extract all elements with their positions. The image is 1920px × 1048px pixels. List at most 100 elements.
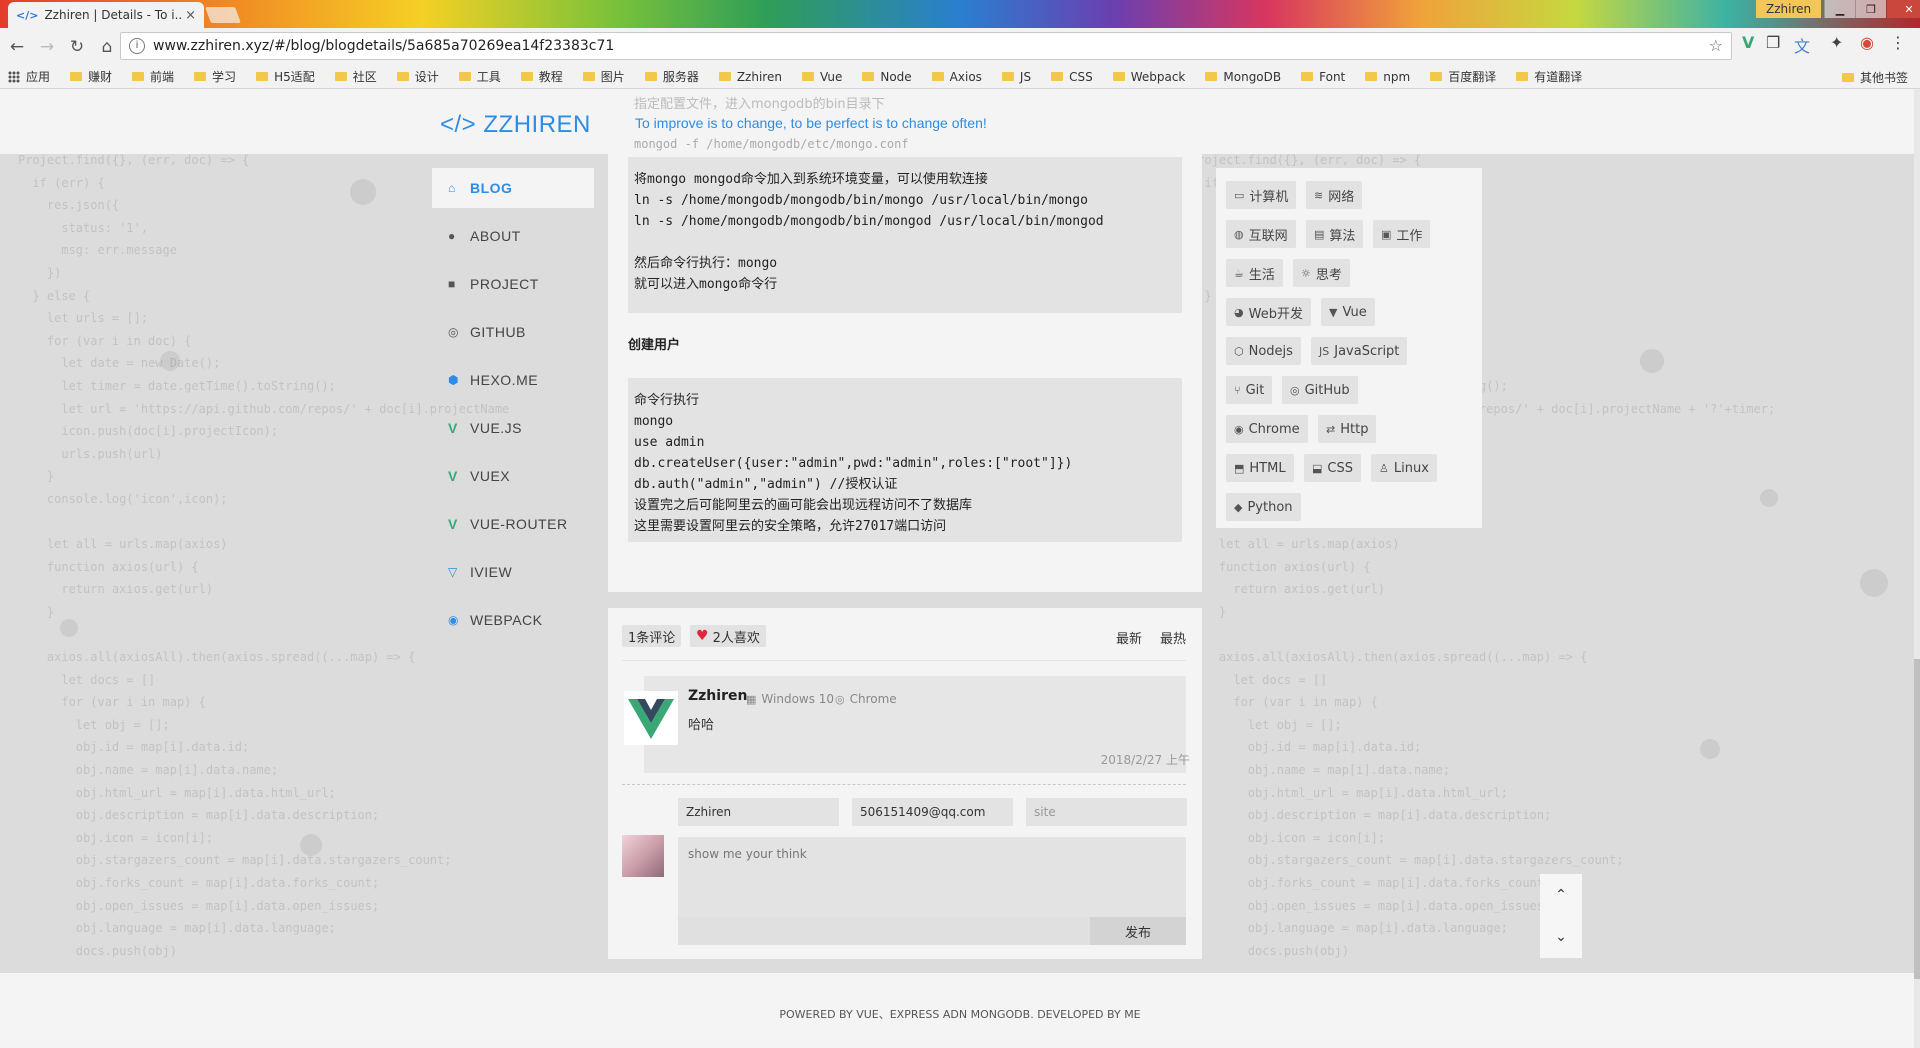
- chrome-extension-icon[interactable]: ◉: [1860, 33, 1874, 52]
- forward-icon[interactable]: →: [34, 37, 60, 57]
- tag-思考[interactable]: ☼ 思考: [1293, 259, 1350, 287]
- tag-css[interactable]: ⬓ CSS: [1304, 454, 1361, 482]
- tag-python[interactable]: ◆ Python: [1226, 493, 1301, 521]
- bookmark-item[interactable]: Node: [862, 70, 912, 84]
- bookmark-item[interactable]: 工具: [458, 68, 501, 85]
- window-copy-icon[interactable]: ❐: [1766, 33, 1780, 52]
- home-icon[interactable]: ⌂: [94, 37, 120, 57]
- site-info-icon[interactable]: i: [129, 38, 145, 54]
- scroll-down-icon[interactable]: ⌄: [1555, 929, 1567, 945]
- tag-chrome[interactable]: ◉ Chrome: [1226, 415, 1308, 443]
- tag-工作[interactable]: ▣ 工作: [1373, 220, 1431, 248]
- vue-devtools-icon[interactable]: V: [1742, 33, 1754, 52]
- nav-item-vue-router[interactable]: V VUE-ROUTER: [432, 504, 594, 544]
- code-line: 将mongo mongod命令加入到系统环境变量，可以使用软连接: [634, 172, 988, 187]
- scroll-up-icon[interactable]: ⌃: [1555, 887, 1567, 903]
- bookmark-item[interactable]: JS: [1001, 70, 1031, 84]
- reload-icon[interactable]: ↻: [64, 37, 90, 57]
- tag-html[interactable]: ⬒ HTML: [1226, 454, 1294, 482]
- chrome-icon: ◎: [835, 692, 845, 706]
- bookmark-item[interactable]: 学习: [194, 68, 236, 85]
- tag-git[interactable]: ⑂ Git: [1226, 376, 1273, 404]
- bookmark-label: npm: [1383, 69, 1411, 84]
- tag-github[interactable]: ◎ GitHub: [1282, 376, 1358, 404]
- bookmark-item[interactable]: 教程: [520, 68, 563, 85]
- bookmark-item[interactable]: Webpack: [1112, 70, 1185, 84]
- bookmark-item[interactable]: CSS: [1051, 70, 1093, 84]
- bookmark-item[interactable]: H5适配: [256, 68, 315, 85]
- browser-tab[interactable]: </> Zzhiren | Details - To i... ×: [8, 2, 204, 28]
- nav-item-vue-js[interactable]: V VUE.JS: [432, 408, 594, 448]
- nav-item-blog[interactable]: ⌂ BLOG: [432, 168, 594, 208]
- bookmark-folder-icon: [334, 72, 347, 81]
- tag-label: 互联网: [1248, 228, 1288, 244]
- tag-算法[interactable]: ▤ 算法: [1306, 220, 1364, 248]
- bookmark-item[interactable]: Axios: [931, 70, 982, 84]
- bookmark-item[interactable]: Font: [1301, 70, 1345, 84]
- email-input[interactable]: [852, 798, 1013, 826]
- sort-latest-link[interactable]: 最新: [1116, 628, 1142, 647]
- tag-linux[interactable]: ♙ Linux: [1371, 454, 1437, 482]
- bookmark-item[interactable]: 赚财: [70, 68, 112, 85]
- maximize-icon[interactable]: ❐: [1855, 0, 1886, 18]
- tag-网络[interactable]: ≋ 网络: [1306, 181, 1363, 209]
- bookmark-item[interactable]: 社区: [334, 68, 377, 85]
- nav-item-project[interactable]: ■ PROJECT: [432, 264, 594, 304]
- heart-icon: ♥: [696, 628, 709, 644]
- bookmark-item[interactable]: 百度翻译: [1430, 68, 1496, 85]
- close-window-icon[interactable]: ✕: [1886, 0, 1920, 18]
- like-button[interactable]: ♥ 2人喜欢: [690, 625, 766, 647]
- window-user-badge[interactable]: Zzhiren: [1756, 0, 1822, 18]
- bookmark-item[interactable]: 有道翻译: [1516, 68, 1582, 85]
- bookmark-folder-icon: [396, 72, 409, 81]
- bookmark-item[interactable]: Vue: [801, 70, 842, 84]
- footer-text: POWERED BY VUE、EXPRESS ADN MONGODB. DEVE…: [779, 1008, 1141, 1021]
- site-logo[interactable]: </> ZZHIREN: [440, 111, 591, 139]
- bookmark-item[interactable]: 设计: [396, 68, 439, 85]
- nav-item-webpack[interactable]: ◉ WEBPACK: [432, 600, 594, 640]
- site-input[interactable]: [1026, 798, 1187, 826]
- bookmark-label: 学习: [212, 70, 237, 84]
- tag-生活[interactable]: ☕ 生活: [1226, 259, 1283, 287]
- submit-button[interactable]: 发布: [1090, 917, 1186, 945]
- nav-item-vuex[interactable]: V VUEX: [432, 456, 594, 496]
- tab-close-icon[interactable]: ×: [185, 8, 196, 23]
- bookmark-item[interactable]: 服务器: [644, 68, 699, 85]
- extension-icon[interactable]: ✦: [1830, 33, 1843, 52]
- faded-code-line: mongod -f /home/mongodb/etc/mongo.conf: [634, 137, 909, 151]
- nav-item-iview[interactable]: ▽ IVIEW: [432, 552, 594, 592]
- nav-item-hexo-me[interactable]: ⬢ HEXO.ME: [432, 360, 594, 400]
- nav-label: GITHUB: [470, 324, 526, 340]
- address-bar[interactable]: i www.zzhiren.xyz/#/blog/blogdetails/5a6…: [120, 32, 1732, 60]
- git-icon: ⑂: [1234, 383, 1241, 397]
- nav-item-github[interactable]: ◎ GITHUB: [432, 312, 594, 352]
- bookmark-item[interactable]: 图片: [582, 68, 625, 85]
- sort-hottest-link[interactable]: 最热: [1160, 628, 1186, 647]
- comment-textarea[interactable]: [678, 837, 1186, 917]
- tag-计算机[interactable]: ▭ 计算机: [1226, 181, 1297, 209]
- translate-icon[interactable]: 文: [1794, 33, 1810, 57]
- nav-item-about[interactable]: ● ABOUT: [432, 216, 594, 256]
- other-bookmarks[interactable]: 其他书签: [1841, 69, 1908, 86]
- back-icon[interactable]: ←: [4, 37, 30, 57]
- tag-vue[interactable]: ▼ Vue: [1321, 298, 1375, 326]
- new-tab-button[interactable]: [205, 7, 241, 23]
- tag-互联网[interactable]: ◍ 互联网: [1226, 220, 1296, 248]
- bookmark-item[interactable]: 前端: [132, 68, 174, 85]
- tag-nodejs[interactable]: ⬡ Nodejs: [1226, 337, 1301, 365]
- bookmark-item[interactable]: npm: [1365, 70, 1410, 84]
- scrollbar-thumb[interactable]: [1914, 659, 1920, 979]
- name-input[interactable]: [678, 798, 839, 826]
- comments-section: 1条评论 ♥ 2人喜欢 最新 最热 Zzhiren ▦ Windows 10 ◎…: [608, 608, 1202, 959]
- menu-icon[interactable]: ⋮: [1890, 33, 1906, 52]
- tag-http[interactable]: ⇄ Http: [1318, 415, 1377, 443]
- bookmark-item[interactable]: Zzhiren: [718, 70, 782, 84]
- tag-javascript[interactable]: JS JavaScript: [1311, 337, 1408, 365]
- bookmark-star-icon[interactable]: ☆: [1709, 36, 1723, 55]
- page-scrollbar[interactable]: [1914, 89, 1920, 1048]
- bookmark-item[interactable]: 应用: [8, 68, 50, 85]
- bookmark-item[interactable]: MongoDB: [1205, 70, 1281, 84]
- minimize-icon[interactable]: ▁: [1824, 0, 1855, 18]
- tag-web开发[interactable]: ◕ Web开发: [1226, 298, 1311, 326]
- bookmark-folder-icon: [1001, 72, 1014, 81]
